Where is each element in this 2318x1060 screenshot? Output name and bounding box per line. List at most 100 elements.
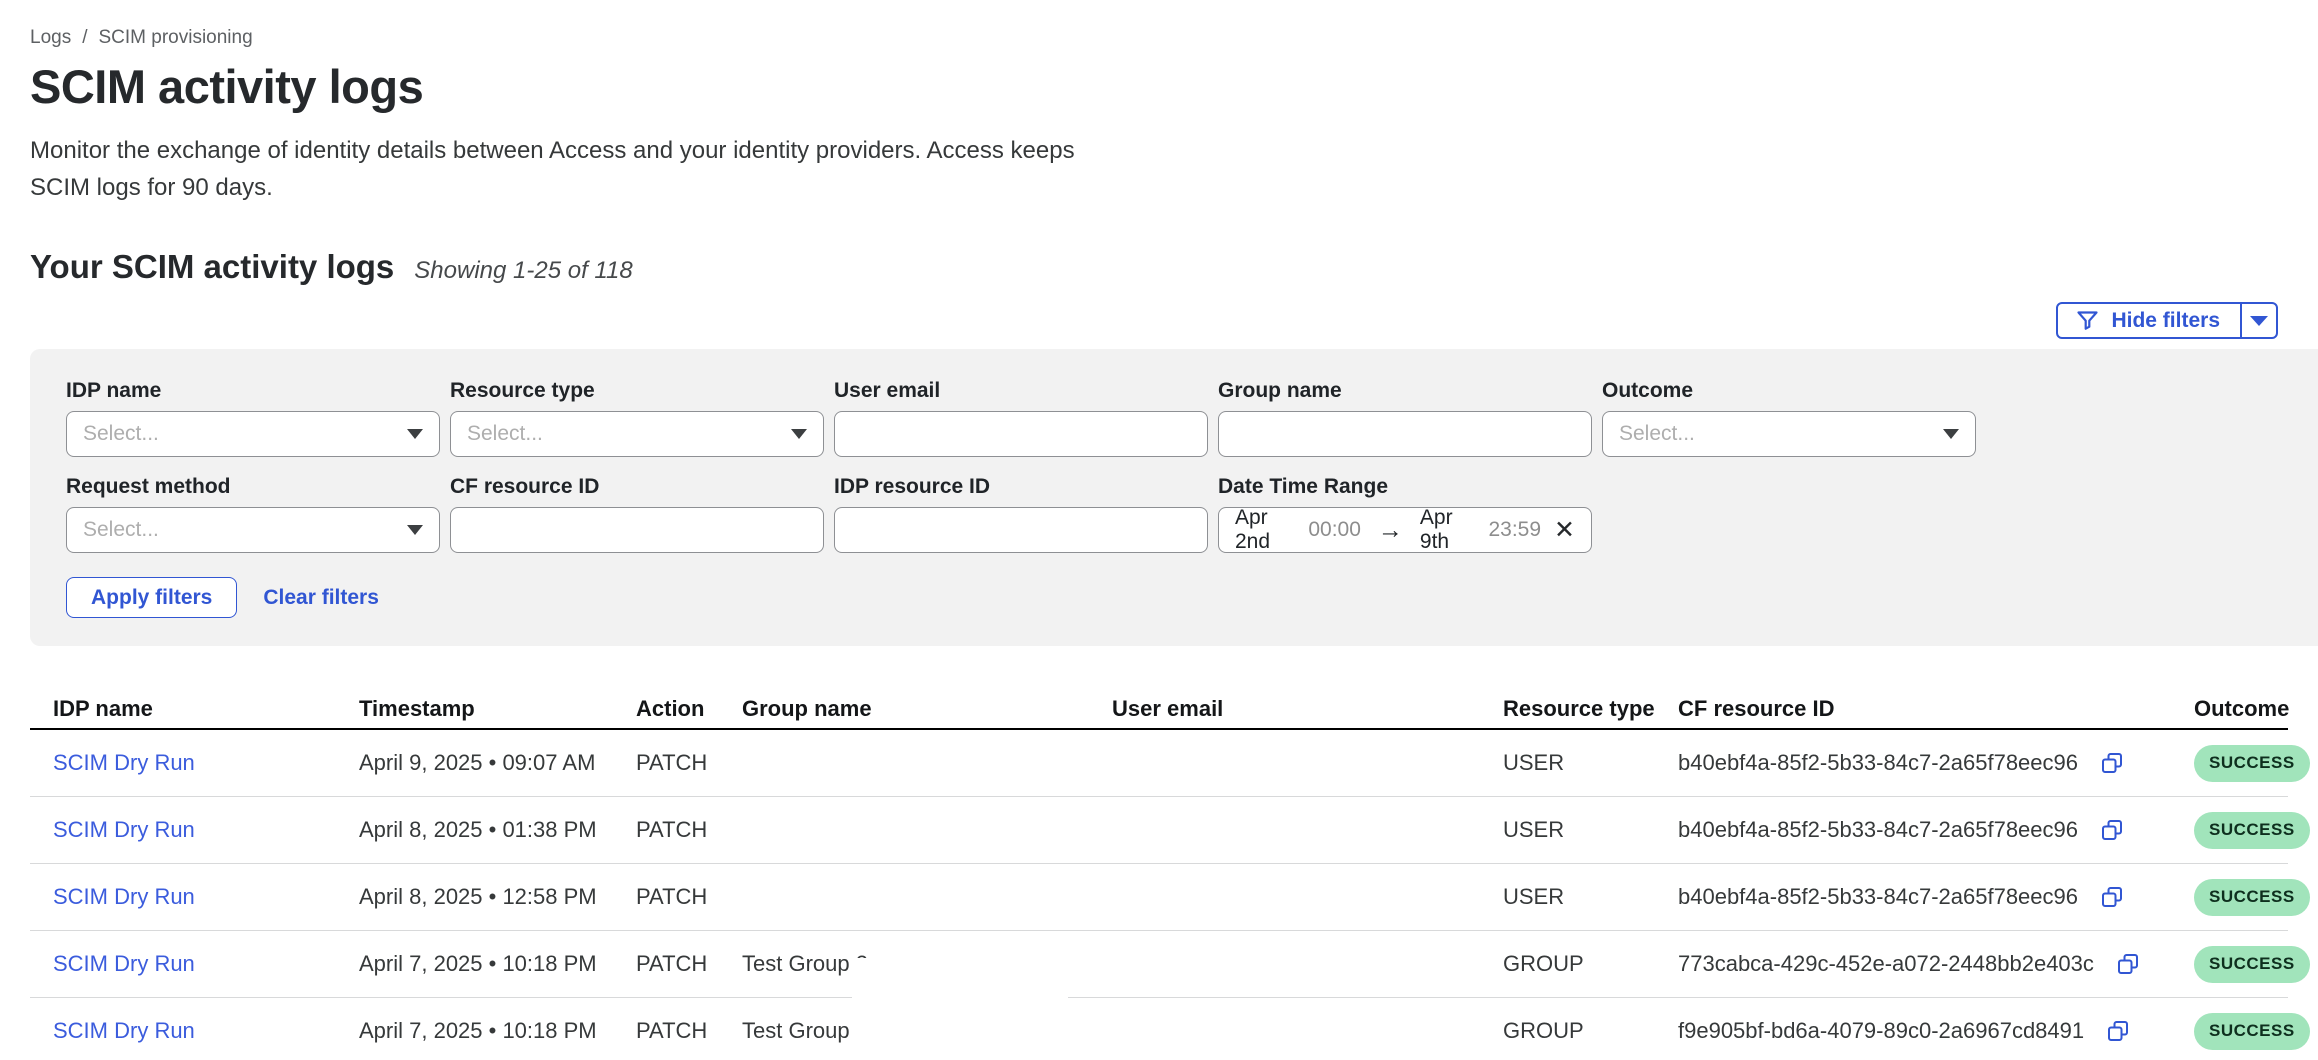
clear-filters-button[interactable]: Clear filters bbox=[263, 586, 379, 610]
request-method-label: Request method bbox=[66, 474, 440, 500]
filter-field-idp-resource-id: IDP resource ID bbox=[834, 474, 1208, 553]
table-header-row: IDP name Timestamp Action Group name Use… bbox=[30, 696, 2288, 730]
col-header-action: Action bbox=[636, 696, 742, 722]
cf-resource-id-input[interactable] bbox=[467, 518, 807, 542]
start-date[interactable]: Apr 2nd bbox=[1235, 506, 1295, 554]
resource-type-select[interactable]: Select... bbox=[450, 411, 824, 457]
idp-name-select[interactable]: Select... bbox=[66, 411, 440, 457]
outcome-select[interactable]: Select... bbox=[1602, 411, 1976, 457]
outcome-label: Outcome bbox=[1602, 378, 1976, 404]
filters-dropdown-toggle[interactable] bbox=[2240, 304, 2276, 337]
filter-grid: IDP name Select... Resource type Select.… bbox=[66, 378, 2318, 553]
filter-panel: IDP name Select... Resource type Select.… bbox=[30, 349, 2318, 646]
date-time-range-label: Date Time Range bbox=[1218, 474, 1592, 500]
caret-down-icon bbox=[791, 429, 807, 439]
hide-filters-button[interactable]: Hide filters bbox=[2056, 302, 2278, 339]
idp-name-link[interactable]: SCIM Dry Run bbox=[53, 1018, 195, 1044]
idp-resource-id-input[interactable] bbox=[851, 518, 1191, 542]
copy-icon[interactable] bbox=[2107, 1020, 2129, 1042]
end-time[interactable]: 23:59 bbox=[1488, 518, 1541, 542]
cf-resource-id-value: b40ebf4a-85f2-5b33-84c7-2a65f78eec96 bbox=[1678, 884, 2078, 910]
idp-name-label: IDP name bbox=[66, 378, 440, 404]
results-count: Showing 1-25 of 118 bbox=[414, 257, 632, 285]
end-date[interactable]: Apr 9th bbox=[1420, 506, 1476, 554]
filter-field-idp-name: IDP name Select... bbox=[66, 378, 440, 457]
col-header-cf-resource-id: CF resource ID bbox=[1678, 696, 2194, 722]
user-email-label: User email bbox=[834, 378, 1208, 404]
caret-down-icon bbox=[407, 525, 423, 535]
cf-resource-id-value: b40ebf4a-85f2-5b33-84c7-2a65f78eec96 bbox=[1678, 750, 2078, 776]
arrow-right-icon: → bbox=[1378, 516, 1403, 545]
copy-icon[interactable] bbox=[2101, 886, 2123, 908]
idp-name-link[interactable]: SCIM Dry Run bbox=[53, 817, 195, 843]
timestamp-cell: April 9, 2025 • 09:07 AM bbox=[359, 750, 636, 776]
group-name-input-wrap bbox=[1218, 411, 1592, 457]
table-row: SCIM Dry Run April 8, 2025 • 12:58 PM PA… bbox=[30, 864, 2288, 931]
filter-field-user-email: User email bbox=[834, 378, 1208, 457]
breadcrumb-logs-link[interactable]: Logs bbox=[30, 27, 71, 49]
table-row: SCIM Dry Run April 7, 2025 • 10:18 PM PA… bbox=[30, 998, 2288, 1060]
copy-icon[interactable] bbox=[2101, 819, 2123, 841]
outcome-badge: SUCCESS bbox=[2194, 1013, 2310, 1050]
timestamp-cell: April 8, 2025 • 12:58 PM bbox=[359, 884, 636, 910]
select-placeholder: Select... bbox=[467, 422, 543, 446]
action-cell: PATCH bbox=[636, 951, 742, 977]
idp-name-link[interactable]: SCIM Dry Run bbox=[53, 884, 195, 910]
filter-field-cf-resource-id: CF resource ID bbox=[450, 474, 824, 553]
date-range-picker[interactable]: Apr 2nd 00:00 → Apr 9th 23:59 ✕ bbox=[1218, 507, 1592, 553]
idp-name-link[interactable]: SCIM Dry Run bbox=[53, 951, 195, 977]
cf-resource-id-input-wrap bbox=[450, 507, 824, 553]
page-header: Logs / SCIM provisioning SCIM activity l… bbox=[0, 27, 2318, 339]
idp-resource-id-label: IDP resource ID bbox=[834, 474, 1208, 500]
user-email-input[interactable] bbox=[851, 422, 1191, 446]
timestamp-cell: April 7, 2025 • 10:18 PM bbox=[359, 1018, 636, 1044]
start-time[interactable]: 00:00 bbox=[1308, 518, 1361, 542]
copy-icon[interactable] bbox=[2101, 752, 2123, 774]
scim-logs-table: IDP name Timestamp Action Group name Use… bbox=[30, 696, 2288, 1060]
hide-filters-label: Hide filters bbox=[2111, 309, 2220, 333]
copy-icon[interactable] bbox=[2117, 953, 2139, 975]
hide-filters-main[interactable]: Hide filters bbox=[2058, 304, 2240, 337]
filter-field-group-name: Group name bbox=[1218, 378, 1592, 457]
col-header-resource-type: Resource type bbox=[1503, 696, 1678, 722]
filter-field-request-method: Request method Select... bbox=[66, 474, 440, 553]
outcome-badge: SUCCESS bbox=[2194, 879, 2310, 916]
user-email-input-wrap bbox=[834, 411, 1208, 457]
action-cell: PATCH bbox=[636, 817, 742, 843]
apply-filters-button[interactable]: Apply filters bbox=[66, 577, 237, 618]
resource-type-cell: GROUP bbox=[1503, 951, 1678, 977]
action-cell: PATCH bbox=[636, 884, 742, 910]
action-cell: PATCH bbox=[636, 750, 742, 776]
select-placeholder: Select... bbox=[83, 518, 159, 542]
table-row: SCIM Dry Run April 8, 2025 • 01:38 PM PA… bbox=[30, 797, 2288, 864]
outcome-badge: SUCCESS bbox=[2194, 946, 2310, 983]
idp-name-link[interactable]: SCIM Dry Run bbox=[53, 750, 195, 776]
clear-date-range-icon[interactable]: ✕ bbox=[1554, 518, 1575, 543]
section-heading-row: Your SCIM activity logs Showing 1-25 of … bbox=[30, 248, 2278, 286]
timestamp-cell: April 8, 2025 • 01:38 PM bbox=[359, 817, 636, 843]
caret-down-icon bbox=[407, 429, 423, 439]
filter-field-outcome: Outcome Select... bbox=[1602, 378, 1976, 457]
table-row: SCIM Dry Run April 7, 2025 • 10:18 PM PA… bbox=[30, 931, 2288, 998]
breadcrumb: Logs / SCIM provisioning bbox=[30, 27, 2278, 49]
breadcrumb-separator: / bbox=[82, 27, 87, 49]
resource-type-cell: USER bbox=[1503, 884, 1678, 910]
select-placeholder: Select... bbox=[1619, 422, 1695, 446]
resource-type-label: Resource type bbox=[450, 378, 824, 404]
filter-actions: Apply filters Clear filters bbox=[66, 577, 2318, 618]
resource-type-cell: USER bbox=[1503, 817, 1678, 843]
caret-down-icon bbox=[2250, 316, 2268, 326]
table-row: SCIM Dry Run April 9, 2025 • 09:07 AM PA… bbox=[30, 730, 2288, 797]
filter-field-resource-type: Resource type Select... bbox=[450, 378, 824, 457]
group-name-input[interactable] bbox=[1235, 422, 1575, 446]
page-title: SCIM activity logs bbox=[30, 61, 2278, 113]
col-header-idp-name: IDP name bbox=[30, 696, 359, 722]
toolbar: Hide filters bbox=[30, 302, 2278, 339]
cf-resource-id-value: b40ebf4a-85f2-5b33-84c7-2a65f78eec96 bbox=[1678, 817, 2078, 843]
page-description: Monitor the exchange of identity details… bbox=[30, 132, 1110, 206]
select-placeholder: Select... bbox=[83, 422, 159, 446]
col-header-group-name: Group name bbox=[742, 696, 1112, 722]
resource-type-cell: USER bbox=[1503, 750, 1678, 776]
redaction-overlay bbox=[852, 958, 1068, 1060]
request-method-select[interactable]: Select... bbox=[66, 507, 440, 553]
